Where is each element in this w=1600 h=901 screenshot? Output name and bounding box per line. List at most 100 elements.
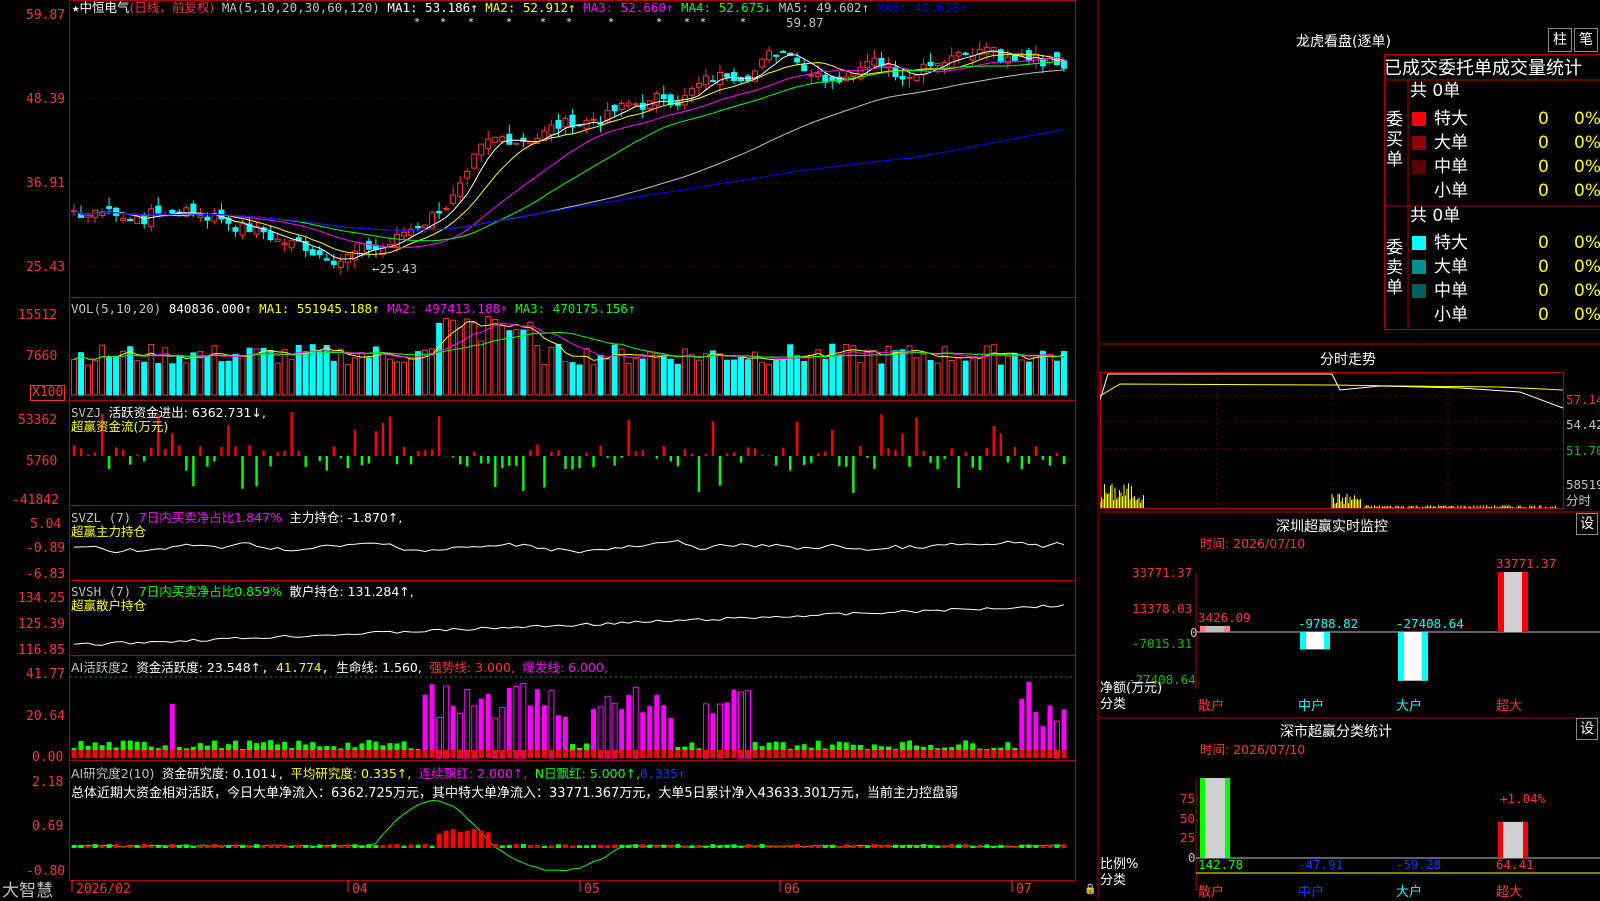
candle xyxy=(170,210,175,213)
row-name: 小单 xyxy=(1434,303,1468,327)
candle xyxy=(907,77,912,78)
activity-base xyxy=(205,750,210,758)
chart-mode[interactable]: (日线，前复权) xyxy=(130,0,215,15)
column-view-button[interactable]: 柱 xyxy=(1548,28,1572,52)
volume-bar xyxy=(675,364,680,395)
candle xyxy=(528,142,533,144)
research-bar xyxy=(521,844,526,848)
ai2-a: 资金研究度: 0.101↓, xyxy=(162,766,283,781)
ai1-title: AI活跃度2 xyxy=(71,660,129,675)
research-bar xyxy=(675,844,680,848)
volume-bar xyxy=(732,360,737,395)
research-bar xyxy=(1005,845,1010,848)
candle xyxy=(317,251,322,255)
flow-bar xyxy=(178,446,180,456)
flow-bar xyxy=(599,446,601,456)
research-bar xyxy=(86,846,91,848)
activity-base xyxy=(633,750,638,758)
volume-bar xyxy=(93,360,98,395)
stats-settings-button[interactable]: 设 xyxy=(1576,718,1598,740)
flow-bar xyxy=(1014,447,1016,456)
svsh-ratio: 7日内买卖净占比0.859% xyxy=(139,584,282,599)
flow-bar xyxy=(431,449,433,456)
research-bar xyxy=(998,845,1003,848)
research-bar xyxy=(844,844,849,848)
flow-bar xyxy=(424,450,426,456)
signal-star: * xyxy=(684,17,690,28)
flow-bar xyxy=(354,430,356,456)
flow-bar xyxy=(410,456,412,464)
activity-base xyxy=(732,750,737,758)
row-name: 特大 xyxy=(1434,231,1468,255)
lock-icon[interactable]: 🔒 xyxy=(1084,884,1096,895)
stock-name: 中恒电气 xyxy=(80,0,130,15)
research-bar xyxy=(240,846,245,848)
activity-base xyxy=(254,750,259,758)
research-bar xyxy=(598,845,603,848)
candle xyxy=(331,261,336,264)
svzl-tick: -0.89 xyxy=(26,542,65,556)
flow-bar xyxy=(747,447,749,456)
research-bar xyxy=(458,832,463,848)
volume-bar xyxy=(142,362,147,395)
research-bar xyxy=(689,845,694,848)
research-bar xyxy=(732,844,737,848)
stats-tick: 75 xyxy=(1180,792,1195,806)
research-bar xyxy=(514,844,519,848)
research-bar xyxy=(886,845,891,848)
ma5-value: MA5: 49.602↑ xyxy=(779,0,869,15)
activity-bar xyxy=(739,692,744,758)
research-bar xyxy=(402,846,407,848)
flow-bar xyxy=(438,416,440,456)
research-bar xyxy=(100,846,105,848)
volume-bar xyxy=(1062,352,1067,395)
activity-base xyxy=(668,750,673,758)
activity-bar xyxy=(746,691,751,758)
activity-base xyxy=(900,750,905,758)
volume-bar xyxy=(149,345,154,395)
candle xyxy=(710,81,715,82)
monitor-settings-button[interactable]: 设 xyxy=(1576,513,1598,535)
favorite-star-icon[interactable]: ★ xyxy=(72,0,80,15)
research-bar xyxy=(212,844,217,848)
research-bar xyxy=(556,844,561,848)
volume-bar xyxy=(935,363,940,395)
ai1-c: 生命线: 1.560, xyxy=(336,660,421,675)
candle xyxy=(479,144,484,155)
activity-base xyxy=(598,750,603,758)
candle xyxy=(423,225,428,228)
stock-chart[interactable]: *********** xyxy=(0,0,1100,900)
chart-panel[interactable]: *********** ★中恒电气(日线，前复权) MA(5,10,20,30,… xyxy=(0,0,1100,900)
flow-bar xyxy=(227,425,229,456)
research-bar xyxy=(633,844,638,848)
candle xyxy=(458,183,463,196)
activity-base xyxy=(556,750,561,758)
flow-bar xyxy=(824,452,826,456)
flow-bar xyxy=(1028,456,1030,464)
activity-base xyxy=(380,750,385,758)
flow-bar xyxy=(817,453,819,456)
stats-title: 深市超赢分类统计 xyxy=(1280,721,1392,741)
monitor-title: 深圳超赢实时监控 xyxy=(1276,516,1388,536)
flow-bar xyxy=(459,456,461,464)
flow-bar xyxy=(522,456,524,491)
flow-bar xyxy=(164,449,166,456)
flow-bar xyxy=(494,456,496,487)
flow-bar xyxy=(740,456,742,463)
flow-bar xyxy=(957,456,959,488)
activity-bar xyxy=(612,703,617,758)
tick-view-button[interactable]: 笔 xyxy=(1574,28,1598,52)
research-bar xyxy=(577,845,582,848)
flow-bar xyxy=(150,448,152,456)
activity-base xyxy=(128,750,133,758)
flow-bar xyxy=(206,456,208,467)
volume-bar xyxy=(535,345,540,395)
research-bar xyxy=(296,845,301,848)
volume-bar xyxy=(107,358,112,395)
stats-value-label: 64.41 xyxy=(1496,857,1534,872)
activity-base xyxy=(1047,750,1052,758)
stats-extra-label: +1.04% xyxy=(1500,792,1545,806)
monitor-ylabel: 净额(万元) xyxy=(1100,682,1162,696)
activity-base xyxy=(219,750,224,758)
svzj-tick: 5760 xyxy=(26,455,57,469)
